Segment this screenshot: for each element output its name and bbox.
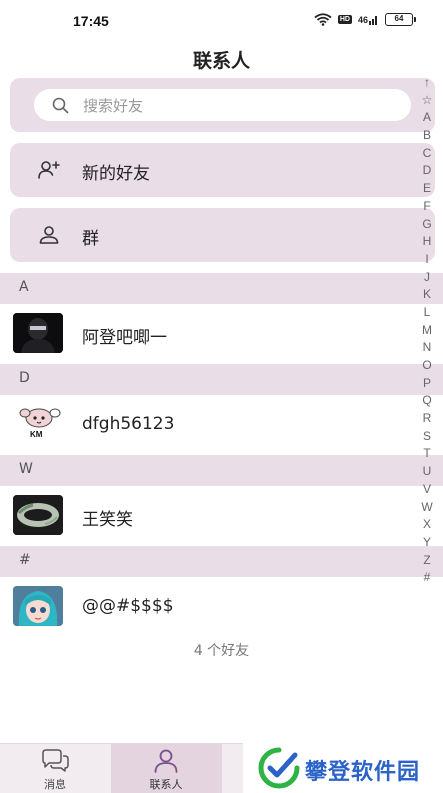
group-icon [39, 226, 59, 244]
index-letter[interactable]: C [423, 145, 432, 163]
add-user-icon [38, 161, 60, 179]
index-letter[interactable]: B [423, 127, 431, 145]
contact-row[interactable]: KM dfgh56123 [0, 395, 443, 455]
status-icons: HD 46 64 [314, 13, 416, 26]
index-letter[interactable]: E [423, 180, 431, 198]
search-card: 搜索好友 [10, 78, 435, 132]
index-letter[interactable]: Y [423, 534, 431, 552]
person-icon [154, 749, 178, 773]
index-letter[interactable]: X [423, 516, 431, 534]
new-friends-button[interactable]: 新的好友 [10, 143, 435, 197]
status-time: 17:45 [73, 13, 109, 29]
signal-icon: 46 [358, 14, 379, 25]
index-letter[interactable]: F [423, 198, 430, 216]
contact-name: dfgh56123 [82, 414, 175, 434]
signal-text: 46 [357, 15, 368, 25]
index-letter[interactable]: O [422, 357, 431, 375]
search-input[interactable]: 搜索好友 [34, 89, 411, 121]
index-letter[interactable]: I [425, 251, 428, 269]
search-icon [52, 97, 69, 113]
index-letter[interactable]: T [423, 445, 430, 463]
tab-messages[interactable]: 消息 [0, 744, 110, 793]
index-letter[interactable]: V [423, 481, 431, 499]
index-letter[interactable]: S [423, 428, 431, 446]
tab-contacts[interactable]: 联系人 [111, 744, 222, 793]
friends-count: 4 个好友 [193, 643, 250, 659]
section-header-d: D [0, 364, 443, 395]
contact-name: @@#$$$$ [82, 596, 174, 616]
contact-row[interactable]: @@#$$$$ [0, 577, 443, 637]
status-bar: 17:45 HD 46 64 [0, 0, 443, 42]
section-letter: A [19, 279, 29, 295]
contact-row[interactable]: 阿登吧唧一 [0, 304, 443, 364]
watermark-logo-icon [258, 747, 300, 789]
index-letter[interactable]: U [423, 463, 432, 481]
search-placeholder: 搜索好友 [83, 96, 144, 115]
index-letter[interactable]: R [423, 410, 432, 428]
index-letter[interactable]: D [423, 162, 432, 180]
index-letter[interactable]: W [421, 499, 432, 517]
index-letter[interactable]: L [424, 304, 431, 322]
index-letter[interactable]: P [423, 375, 431, 393]
tab-contacts-label: 联系人 [149, 778, 183, 791]
avatar [13, 586, 63, 626]
new-friends-label: 新的好友 [82, 164, 150, 184]
index-letter[interactable]: ☆ [422, 92, 433, 110]
avatar: KM [13, 404, 63, 444]
contact-name: 阿登吧唧一 [82, 328, 167, 348]
index-letter[interactable]: N [423, 339, 432, 357]
section-header-hash: # [0, 546, 443, 577]
avatar-text: KM [30, 430, 43, 439]
groups-label: 群 [82, 229, 99, 249]
page-title: 联系人 [192, 50, 250, 72]
section-header-w: W [0, 455, 443, 486]
contact-row[interactable]: 王笑笑 [0, 486, 443, 546]
index-letter[interactable]: Z [423, 552, 430, 570]
groups-button[interactable]: 群 [10, 208, 435, 262]
index-letter[interactable]: G [422, 216, 431, 234]
avatar [13, 495, 63, 535]
section-header-a: A [0, 273, 443, 304]
index-letter[interactable]: ↑ [424, 74, 430, 92]
index-letter[interactable]: Q [422, 392, 431, 410]
avatar [13, 313, 63, 353]
index-letter[interactable]: A [423, 109, 431, 127]
tab-messages-label: 消息 [44, 778, 66, 791]
wifi-icon [314, 13, 332, 26]
battery-icon: 64 [385, 13, 416, 26]
hd-badge: HD [337, 15, 352, 24]
watermark-text: 攀登软件园 [305, 760, 421, 785]
index-letter[interactable]: K [423, 286, 431, 304]
index-letter[interactable]: # [424, 569, 431, 587]
index-letter[interactable]: J [424, 269, 430, 287]
alphabet-index[interactable]: ↑ ☆ A B C D E F G H I J K L M N O P Q R S T U V W X Y Z # [419, 74, 435, 587]
section-letter: # [19, 552, 31, 568]
index-letter[interactable]: M [422, 322, 432, 340]
chat-bubble-icon [42, 749, 69, 772]
contact-name: 王笑笑 [82, 510, 133, 530]
section-letter: W [19, 461, 33, 477]
watermark: 攀登软件园 [243, 743, 443, 793]
index-letter[interactable]: H [423, 233, 432, 251]
section-letter: D [19, 370, 30, 386]
